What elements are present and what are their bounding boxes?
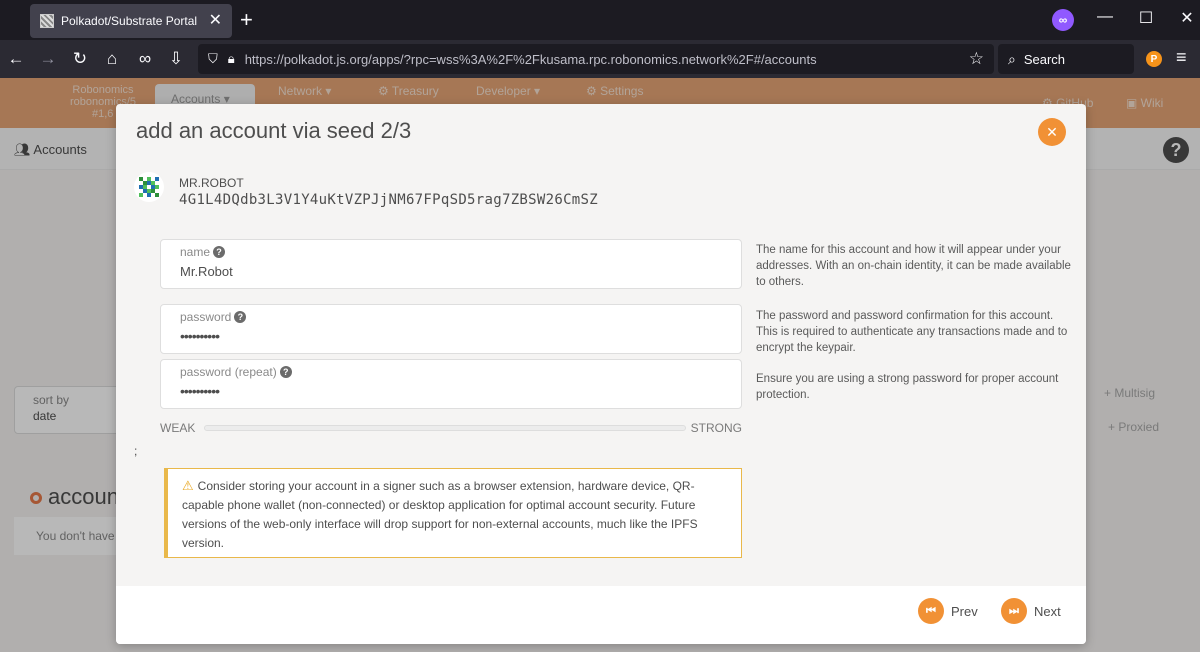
account-identicon: [134, 172, 164, 202]
password-label: password: [180, 310, 232, 324]
next-button[interactable]: ⏭ Next: [1001, 598, 1061, 624]
password-strength-meter: WEAK STRONG: [160, 420, 742, 436]
warning-text: Consider storing your account in a signe…: [182, 479, 698, 550]
password-repeat-input[interactable]: ••••••••••: [180, 383, 741, 399]
tab-title: Polkadot/Substrate Portal: [61, 14, 198, 28]
new-tab-icon[interactable]: +: [240, 8, 253, 32]
help-circle-icon[interactable]: ?: [213, 246, 226, 258]
close-window-icon[interactable]: ✕: [1172, 8, 1200, 28]
password-field[interactable]: password? ••••••••••: [160, 304, 742, 354]
url-bar[interactable]: ⛉ 🔒︎ https://polkadot.js.org/apps/?rpc=w…: [198, 44, 994, 74]
shield-icon[interactable]: ⛉: [208, 51, 218, 67]
url-text[interactable]: https://polkadot.js.org/apps/?rpc=wss%3A…: [245, 52, 969, 67]
back-icon[interactable]: ←: [4, 49, 28, 69]
search-icon: ⌕: [1008, 50, 1016, 67]
search-placeholder: Search: [1023, 51, 1066, 67]
warning-icon: ⚠: [182, 478, 194, 493]
browser-tab[interactable]: Polkadot/Substrate Portal ✕: [30, 4, 232, 38]
help-circle-icon[interactable]: ?: [234, 311, 247, 323]
step-backward-icon: ⏮: [918, 598, 944, 624]
help-circle-icon[interactable]: ?: [279, 366, 292, 378]
search-input[interactable]: ⌕ Search: [998, 44, 1134, 74]
password-help-text: The password and password confirmation f…: [756, 310, 1068, 354]
close-modal-button[interactable]: ✕: [1038, 118, 1066, 146]
name-help-text: The name for this account and how it wil…: [756, 244, 1071, 288]
close-tab-icon[interactable]: ✕: [209, 13, 222, 29]
password-repeat-help-text: Ensure you are using a strong password f…: [756, 373, 1059, 401]
stray-text: ;: [134, 444, 138, 458]
password-repeat-field[interactable]: password (repeat)? ••••••••••: [160, 359, 742, 409]
maximize-icon[interactable]: ☐: [1131, 8, 1161, 28]
minimize-icon[interactable]: —: [1090, 8, 1120, 26]
password-input[interactable]: ••••••••••: [180, 328, 741, 344]
lock-icon[interactable]: 🔒︎: [228, 51, 235, 67]
extension-icon[interactable]: P: [1146, 51, 1162, 67]
forward-icon[interactable]: →: [36, 49, 60, 69]
account-name: MR.ROBOT: [179, 176, 244, 190]
home-icon[interactable]: ⌂: [100, 49, 124, 69]
hamburger-menu-icon[interactable]: ≡: [1176, 47, 1187, 68]
security-warning: ⚠ Consider storing your account in a sign…: [164, 468, 742, 558]
prev-button[interactable]: ⏮ Prev: [918, 598, 978, 624]
strength-strong-label: STRONG: [690, 421, 742, 435]
reload-icon[interactable]: ↻: [68, 49, 92, 69]
modal-footer: ⏮ Prev ⏭ Next: [116, 586, 1086, 644]
add-account-modal: add an account via seed 2/3 ✕ MR.ROBOT 4…: [116, 104, 1086, 644]
prev-label: Prev: [951, 603, 978, 619]
strength-bar: [204, 425, 686, 431]
private-browsing-icon: ∞: [1052, 9, 1074, 31]
identicon-cell: [155, 193, 159, 197]
browser-nav-bar: ← → ↻ ⌂ ∞ ⇩ ⛉ 🔒︎ https://polkadot.js.org…: [0, 40, 1200, 78]
next-label: Next: [1034, 603, 1061, 619]
name-input[interactable]: Mr.Robot: [180, 264, 741, 279]
extension-mask-icon[interactable]: ∞: [133, 49, 157, 69]
name-field[interactable]: name? Mr.Robot: [160, 239, 742, 289]
bookmark-star-icon[interactable]: ☆: [969, 49, 984, 69]
name-label: name: [180, 245, 211, 259]
account-address: 4G1L4DQdb3L3V1Y4uKtVZPJjNM67FPqSD5rag7ZB…: [179, 192, 598, 208]
downloads-icon[interactable]: ⇩: [164, 49, 188, 69]
password-repeat-label: password (repeat): [180, 365, 277, 379]
step-forward-icon: ⏭: [1001, 598, 1027, 624]
browser-tab-bar: Polkadot/Substrate Portal ✕ + ∞ — ☐ ✕: [0, 0, 1200, 40]
strength-weak-label: WEAK: [160, 421, 196, 435]
modal-title: add an account via seed 2/3: [136, 118, 412, 143]
favicon-icon: [40, 14, 54, 28]
